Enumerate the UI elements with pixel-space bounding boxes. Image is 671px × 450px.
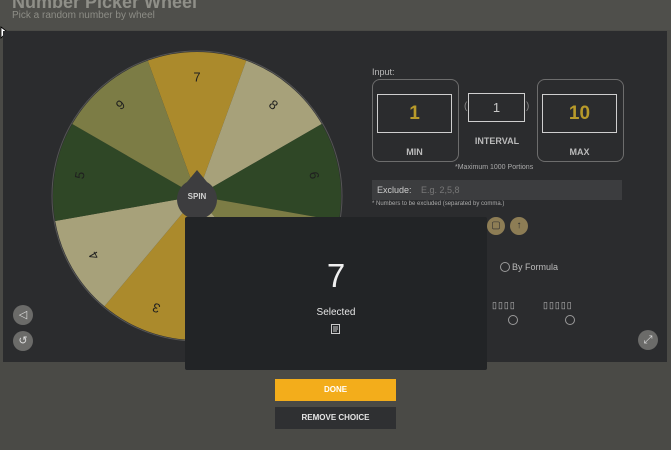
- min-input[interactable]: 1: [377, 94, 452, 133]
- copy-icon[interactable]: [331, 324, 340, 334]
- result-label: Selected: [316, 307, 356, 318]
- upload-circle-icon[interactable]: ↑: [510, 217, 528, 235]
- header: Number Picker Wheel Pick a random number…: [0, 0, 671, 30]
- max-input[interactable]: 10: [542, 94, 617, 133]
- interval-input[interactable]: 1: [468, 93, 525, 122]
- formula-radio[interactable]: [500, 262, 510, 272]
- wheel-label-7: 7: [193, 69, 200, 84]
- exclude-field: Exclude:: [372, 180, 622, 200]
- interval-bracket-left: (: [464, 101, 468, 112]
- exclude-label: Exclude:: [377, 185, 412, 195]
- max-portions-note: *Maximum 1000 Portions: [455, 164, 534, 171]
- sound-toggle-icon[interactable]: ◁: [13, 305, 33, 325]
- done-button[interactable]: DONE: [275, 379, 396, 401]
- fullscreen-icon[interactable]: ⤢: [638, 330, 658, 350]
- result-number: 7: [326, 257, 346, 294]
- min-label: MIN: [406, 147, 423, 157]
- exclude-note: * Numbers to be excluded (separated by c…: [372, 201, 505, 207]
- result-dialog: 7 Selected: [185, 217, 487, 370]
- max-label: MAX: [569, 147, 590, 157]
- option-a-radio[interactable]: [508, 315, 518, 325]
- exclude-input[interactable]: [421, 183, 611, 197]
- interval-label: INTERVAL: [474, 136, 520, 146]
- app-subtitle: Pick a random number by wheel: [12, 10, 155, 21]
- remove-choice-button[interactable]: REMOVE CHOICE: [275, 407, 396, 429]
- action-circle-icon[interactable]: ▢: [487, 217, 505, 235]
- interval-bracket-right: ): [526, 101, 530, 112]
- option-b-radio[interactable]: [565, 315, 575, 325]
- spin-label: SPIN: [188, 192, 207, 201]
- formula-label: By Formula: [512, 262, 559, 272]
- history-icon[interactable]: ↺: [13, 331, 33, 351]
- option-a-label: ▯▯▯▯: [492, 300, 516, 310]
- input-label: Input:: [372, 67, 395, 77]
- option-b-label: ▯▯▯▯▯: [543, 300, 573, 310]
